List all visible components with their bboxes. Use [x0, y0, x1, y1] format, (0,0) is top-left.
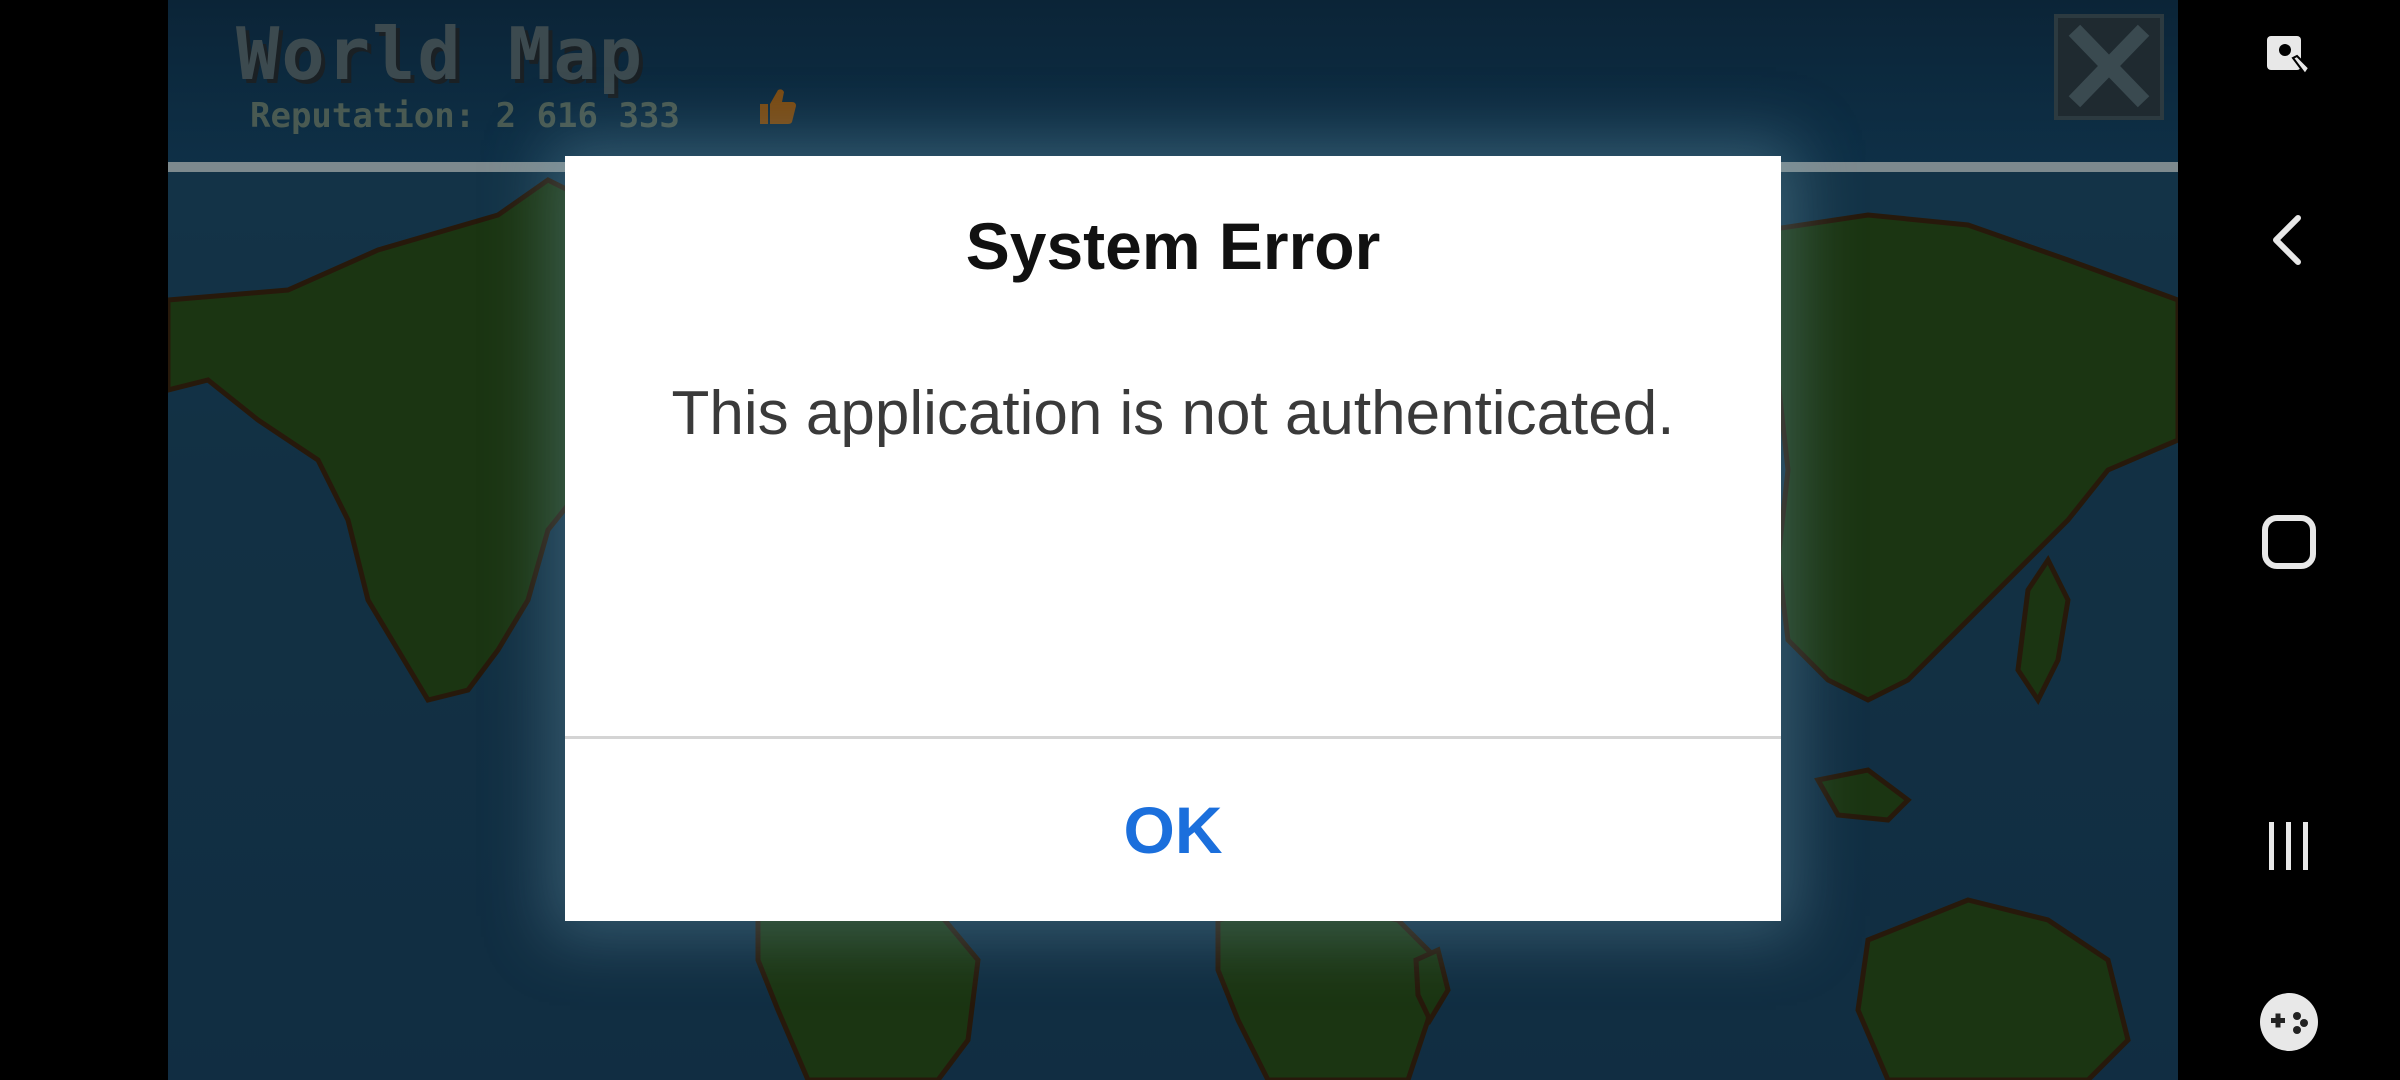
system-navigation-bar: [2178, 0, 2400, 1080]
ok-button[interactable]: OK: [565, 739, 1781, 921]
game-title: World Map: [236, 12, 645, 96]
home-icon[interactable]: [2259, 512, 2319, 572]
dialog-message: This application is not authenticated.: [671, 379, 1675, 448]
dialog-title: System Error: [965, 209, 1381, 283]
game-tools-icon[interactable]: [2257, 990, 2321, 1054]
close-icon: [2068, 24, 2150, 108]
screen-pin-icon[interactable]: [2259, 28, 2319, 88]
reputation-label: Reputation: 2 616 333: [250, 96, 680, 136]
recents-icon[interactable]: [2259, 816, 2319, 876]
back-icon[interactable]: [2264, 210, 2314, 270]
error-dialog: System Error This application is not aut…: [565, 156, 1781, 921]
close-button[interactable]: [2054, 14, 2164, 120]
thumbs-up-icon: [760, 89, 796, 124]
